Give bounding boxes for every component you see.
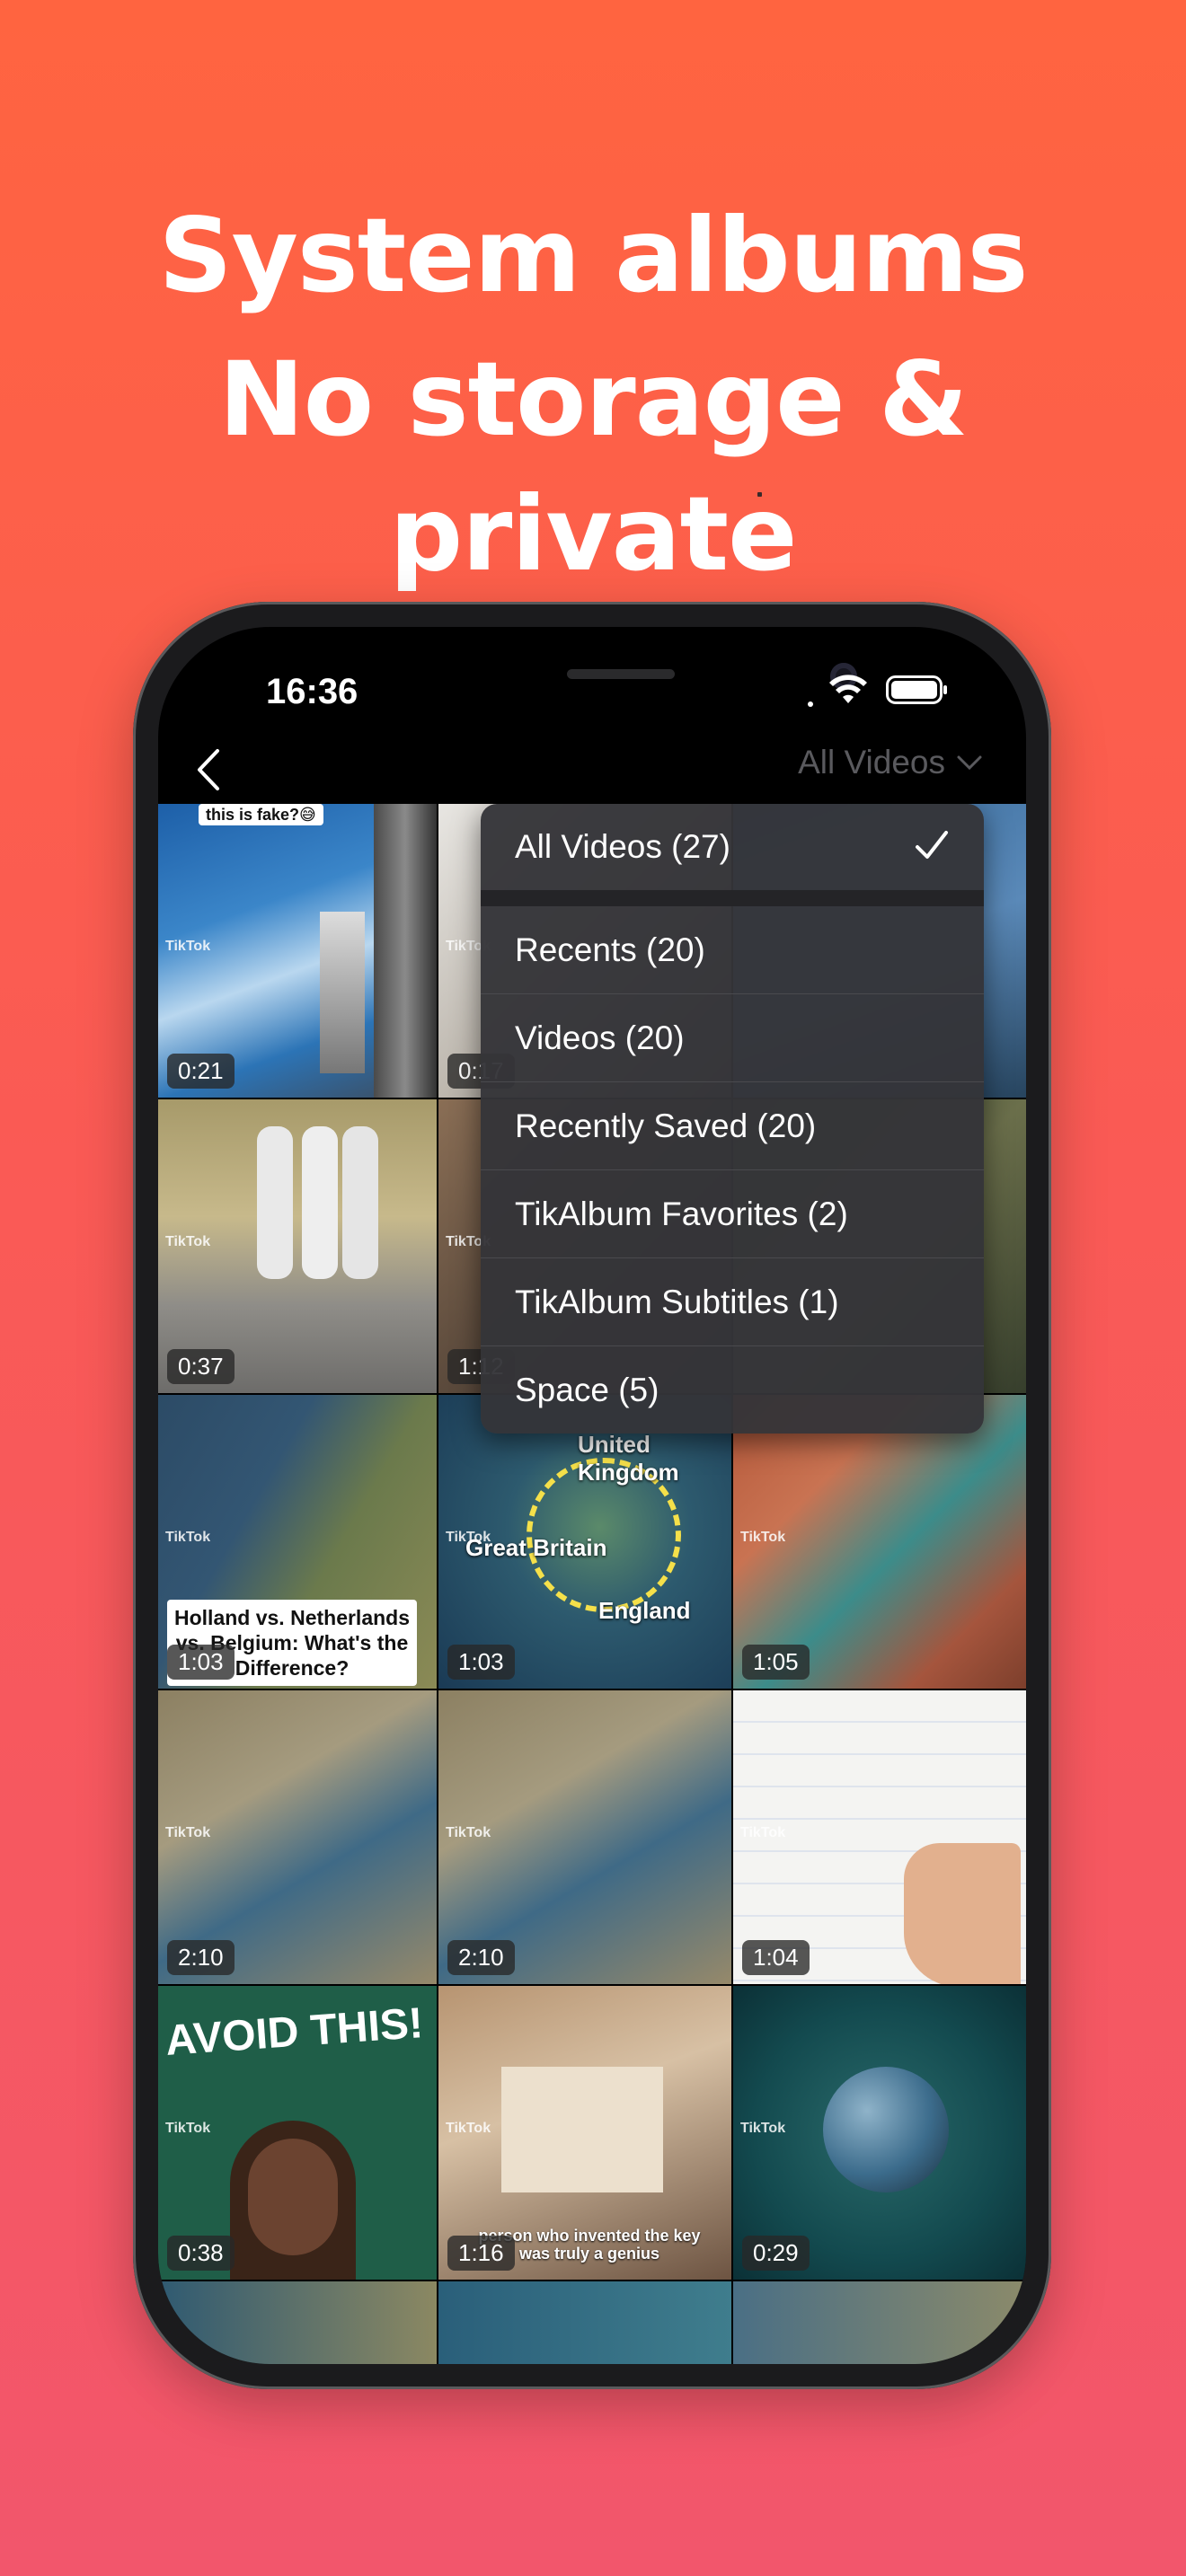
menu-item-label: All Videos (27) [515, 828, 730, 865]
menu-item-label: Recents (20) [515, 931, 705, 968]
tiktok-watermark: TikTok [740, 2121, 786, 2136]
video-caption: AVOID THIS! [164, 1999, 425, 2065]
menu-separator [481, 890, 984, 906]
video-tile[interactable] [158, 2281, 437, 2364]
video-tile[interactable]: person who invented the key was truly a … [438, 1986, 731, 2280]
status-time: 16:36 [266, 672, 358, 711]
video-tile[interactable]: TikTok 0:37 [158, 1099, 437, 1393]
tiktok-watermark: TikTok [165, 2121, 211, 2136]
video-tile[interactable]: this is fake?😅 TikTok 0:21 [158, 804, 437, 1098]
tiktok-watermark: TikTok [740, 1530, 786, 1545]
earpiece-speaker [567, 669, 675, 679]
checkmark-icon [916, 831, 948, 859]
video-duration: 1:16 [447, 2236, 515, 2271]
tiktok-watermark: TikTok [446, 1825, 491, 1840]
album-picker-button[interactable]: All Videos [798, 744, 983, 781]
menu-item-recently-saved[interactable]: Recently Saved (20) [481, 1081, 984, 1169]
chevron-down-icon [957, 755, 982, 771]
video-duration: 1:04 [742, 1940, 810, 1975]
menu-item-label: TikAlbum Subtitles (1) [515, 1283, 839, 1320]
video-duration: 0:29 [742, 2236, 810, 2271]
video-duration: 2:10 [447, 1940, 515, 1975]
menu-item-label: TikAlbum Favorites (2) [515, 1195, 848, 1232]
video-tile[interactable]: TikTok Holland vs. Netherlands vs. Belgi… [158, 1395, 437, 1689]
tiktok-watermark: TikTok [446, 1530, 491, 1545]
video-duration: 0:21 [167, 1054, 235, 1089]
video-duration: 1:03 [167, 1645, 235, 1680]
menu-item-recents[interactable]: Recents (20) [481, 906, 984, 993]
wifi-icon [829, 675, 867, 703]
video-tile[interactable]: TikTok 0:29 [733, 1986, 1026, 2280]
decorative-dot [757, 492, 762, 497]
phone-screen: 16:36 All Videos this is fake?😅 TikTok 0… [158, 627, 1026, 2364]
video-tile[interactable]: TikTok 2:10 [158, 1690, 437, 1984]
album-picker-label: All Videos [798, 744, 945, 781]
album-dropdown-menu: All Videos (27) Recents (20) Videos (20)… [481, 804, 984, 1434]
tiktok-watermark: TikTok [165, 1825, 211, 1840]
menu-item-space[interactable]: Space (5) [481, 1345, 984, 1434]
menu-item-tikalbum-favorites[interactable]: TikAlbum Favorites (2) [481, 1169, 984, 1257]
menu-item-label: Videos (20) [515, 1019, 685, 1056]
video-duration: 1:03 [447, 1645, 515, 1680]
battery-icon [886, 675, 947, 704]
video-duration: 2:10 [167, 1940, 235, 1975]
map-label: England [598, 1597, 691, 1624]
tiktok-watermark: TikTok [740, 1825, 786, 1840]
tiktok-watermark: TikTok [165, 1530, 211, 1545]
menu-item-tikalbum-subtitles[interactable]: TikAlbum Subtitles (1) [481, 1257, 984, 1345]
tiktok-watermark: TikTok [446, 2121, 491, 2136]
video-tile[interactable] [438, 2281, 731, 2364]
menu-item-label: Recently Saved (20) [515, 1107, 817, 1144]
menu-item-all-videos[interactable]: All Videos (27) [481, 804, 984, 890]
menu-item-label: Space (5) [515, 1371, 659, 1408]
video-tile[interactable]: TikTok 1:05 [733, 1395, 1026, 1689]
video-duration: 0:37 [167, 1349, 235, 1384]
headline-line-1: System albums [158, 196, 1029, 315]
video-tile[interactable]: TikTok 1:04 [733, 1690, 1026, 1984]
chevron-left-icon [198, 749, 219, 790]
tiktok-watermark: TikTok [165, 939, 211, 954]
map-label: United Kingdom [578, 1431, 679, 1486]
phone-frame: 16:36 All Videos this is fake?😅 TikTok 0… [133, 602, 1051, 2389]
video-duration: 0:38 [167, 2236, 235, 2271]
video-tile[interactable]: AVOID THIS! TikTok 0:38 [158, 1986, 437, 2280]
back-button[interactable] [194, 747, 239, 801]
video-tile[interactable] [733, 2281, 1026, 2364]
video-tile[interactable]: United Kingdom Great Britain England Tik… [438, 1395, 731, 1689]
video-duration: 1:05 [742, 1645, 810, 1680]
headline-line-2: No storage & private [218, 340, 968, 594]
video-caption: this is fake?😅 [199, 804, 323, 825]
status-indicator-dot [808, 701, 813, 707]
video-tile[interactable]: TikTok 2:10 [438, 1690, 731, 1984]
tiktok-watermark: TikTok [165, 1234, 211, 1249]
menu-item-videos[interactable]: Videos (20) [481, 993, 984, 1081]
